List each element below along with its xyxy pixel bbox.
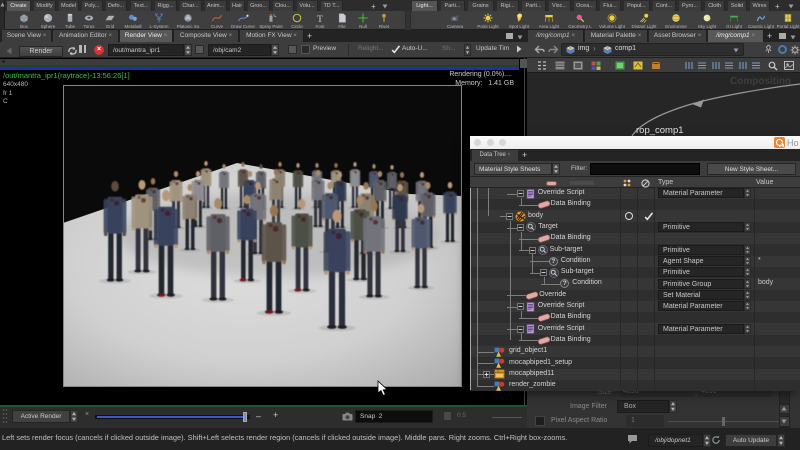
svg-text:T: T	[317, 14, 323, 24]
